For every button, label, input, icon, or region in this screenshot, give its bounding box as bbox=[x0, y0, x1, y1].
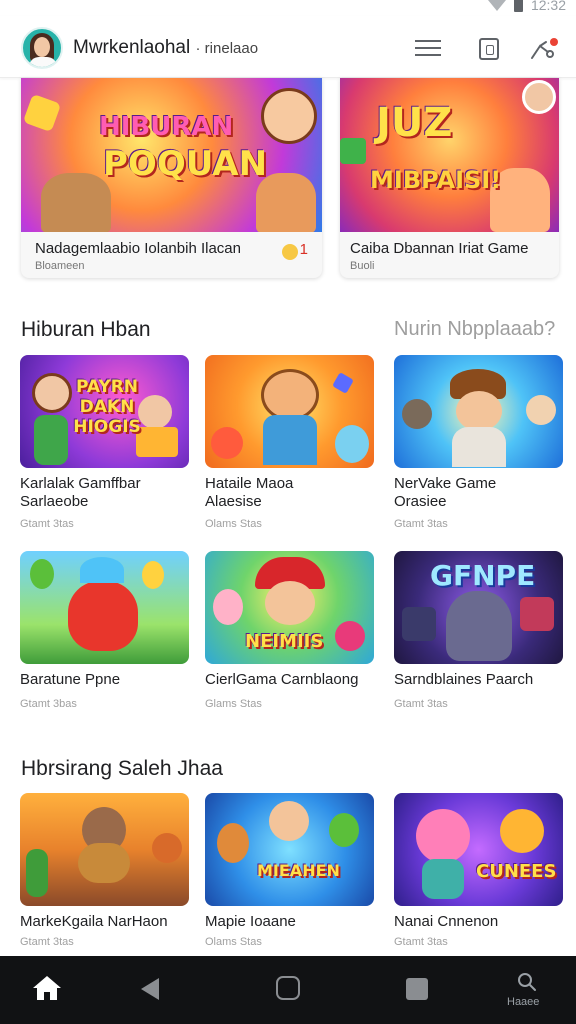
status-time: 12:32 bbox=[530, 0, 566, 13]
menu-icon[interactable] bbox=[415, 40, 441, 58]
game-thumbnail bbox=[394, 355, 563, 468]
game-subtitle: Orasiee bbox=[394, 493, 447, 510]
section-link-1[interactable]: Nurin Nbpplaaab? bbox=[394, 318, 555, 341]
featured-art-1: HIBURAN POQUAN bbox=[21, 78, 322, 232]
game-meta: Glams Stas bbox=[205, 698, 262, 710]
game-thumbnail: MIEAHEN bbox=[205, 793, 374, 906]
game-thumbnail bbox=[20, 793, 189, 906]
section-title-1: Hiburan Hban bbox=[21, 318, 151, 341]
game-tile[interactable]: NEIMIIS CierlGama Carnblaong Glams Stas bbox=[205, 551, 374, 716]
app-title-sub: · rinelaao bbox=[195, 40, 259, 57]
game-title: Hataile Maoa bbox=[205, 475, 294, 492]
featured-art-text-2b: MIBPAISI! bbox=[370, 166, 502, 194]
game-tile[interactable]: NerVake Game Orasiee Gtamt 3tas bbox=[394, 355, 563, 535]
featured-art-text-1b: POQUAN bbox=[103, 144, 268, 184]
game-thumb-text: NEIMIIS bbox=[245, 631, 324, 652]
game-meta: Gtamt 3tas bbox=[394, 698, 448, 710]
section-title-2: Hbrsirang Saleh Jhaa bbox=[21, 757, 223, 780]
game-thumb-text: MIEAHEN bbox=[257, 861, 340, 880]
featured-subtitle-1: Bloameen bbox=[35, 260, 85, 272]
game-title: Nanai Cnnenon bbox=[394, 913, 499, 930]
game-tile[interactable]: Baratune Ppne Gtamt 3bas bbox=[20, 551, 189, 716]
game-title: NerVake Game bbox=[394, 475, 497, 492]
share-icon[interactable] bbox=[530, 38, 558, 62]
game-title: Sarndblaines Paarch bbox=[394, 671, 534, 688]
app-bar: Mwrkenlaohal · rinelaao bbox=[0, 16, 576, 78]
recents-icon[interactable] bbox=[406, 978, 428, 1000]
search-label: Haaee bbox=[507, 996, 540, 1008]
game-meta: Gtamt 3tas bbox=[394, 518, 448, 530]
home-button-icon[interactable] bbox=[276, 976, 300, 1000]
game-meta: Gtamt 3tas bbox=[20, 518, 74, 530]
game-thumbnail: PAYRN DAKN HIOGIS bbox=[20, 355, 189, 468]
notification-dot bbox=[550, 38, 558, 46]
game-thumb-text: GFNPE bbox=[430, 559, 536, 592]
game-tile[interactable]: MarkeKgaila NarHaon Gtamt 3tas bbox=[20, 793, 189, 953]
game-thumbnail bbox=[20, 551, 189, 664]
game-tile[interactable]: Hataile Maoa Alaesise Olams Stas bbox=[205, 355, 374, 535]
featured-subtitle-2: Buoli bbox=[350, 260, 375, 272]
game-meta: Gtamt 3tas bbox=[394, 936, 448, 948]
game-tile[interactable]: GFNPE Sarndblaines Paarch Gtamt 3tas bbox=[394, 551, 563, 716]
game-title: CierlGama Carnblaong bbox=[205, 671, 359, 688]
count-badge: 1 bbox=[299, 241, 308, 258]
game-thumbnail bbox=[205, 355, 374, 468]
featured-art-text-2a: JUZ bbox=[376, 100, 453, 146]
battery-icon bbox=[513, 0, 523, 12]
back-icon[interactable] bbox=[141, 978, 159, 1000]
app-title: Mwrkenlaohal · rinelaao bbox=[73, 37, 258, 59]
game-thumbnail: CUNEES bbox=[394, 793, 563, 906]
game-title: Karlalak Gamffbar bbox=[20, 475, 141, 492]
game-meta: Olams Stas bbox=[205, 936, 262, 948]
featured-art-text-1a: HIBURAN bbox=[99, 112, 234, 142]
game-title: Baratune Ppne bbox=[20, 671, 121, 688]
game-meta: Gtamt 3tas bbox=[20, 936, 74, 948]
game-thumb-text: CUNEES bbox=[476, 861, 557, 882]
avatar[interactable] bbox=[21, 27, 63, 69]
game-title: Mapie Ioaane bbox=[205, 913, 296, 930]
game-title: MarkeKgaila NarHaon bbox=[20, 913, 168, 930]
featured-art-2: JUZ MIBPAISI! bbox=[340, 78, 559, 232]
home-icon[interactable] bbox=[31, 974, 63, 1002]
game-subtitle: Alaesise bbox=[205, 493, 262, 510]
game-meta: Gtamt 3bas bbox=[20, 698, 77, 710]
game-tile[interactable]: PAYRN DAKN HIOGIS Karlalak Gamffbar Sarl… bbox=[20, 355, 189, 535]
game-subtitle: Sarlaeobe bbox=[20, 493, 89, 510]
app-title-main: Mwrkenlaohal bbox=[73, 37, 191, 58]
game-thumbnail: NEIMIIS bbox=[205, 551, 374, 664]
wifi-icon bbox=[487, 0, 506, 11]
emoji-icon bbox=[282, 244, 298, 260]
featured-card-2[interactable]: JUZ MIBPAISI! Caiba Dbannan Iriat Game B… bbox=[340, 78, 559, 278]
game-tile[interactable]: MIEAHEN Mapie Ioaane Olams Stas bbox=[205, 793, 374, 953]
search-icon[interactable] bbox=[517, 972, 537, 992]
status-bar: 12:32 bbox=[0, 0, 576, 16]
game-thumbnail: GFNPE bbox=[394, 551, 563, 664]
tabs-icon[interactable] bbox=[479, 38, 499, 60]
game-meta: Olams Stas bbox=[205, 518, 262, 530]
featured-title-2: Caiba Dbannan Iriat Game bbox=[350, 240, 529, 257]
featured-card-1[interactable]: HIBURAN POQUAN Nadagemlaabio Iolanbih Il… bbox=[21, 78, 322, 278]
game-tile[interactable]: CUNEES Nanai Cnnenon Gtamt 3tas bbox=[394, 793, 563, 953]
featured-title-1: Nadagemlaabio Iolanbih Ilacan bbox=[35, 240, 241, 257]
game-thumb-text: PAYRN DAKN HIOGIS bbox=[73, 377, 141, 437]
bottom-nav: Haaee bbox=[0, 956, 576, 1024]
